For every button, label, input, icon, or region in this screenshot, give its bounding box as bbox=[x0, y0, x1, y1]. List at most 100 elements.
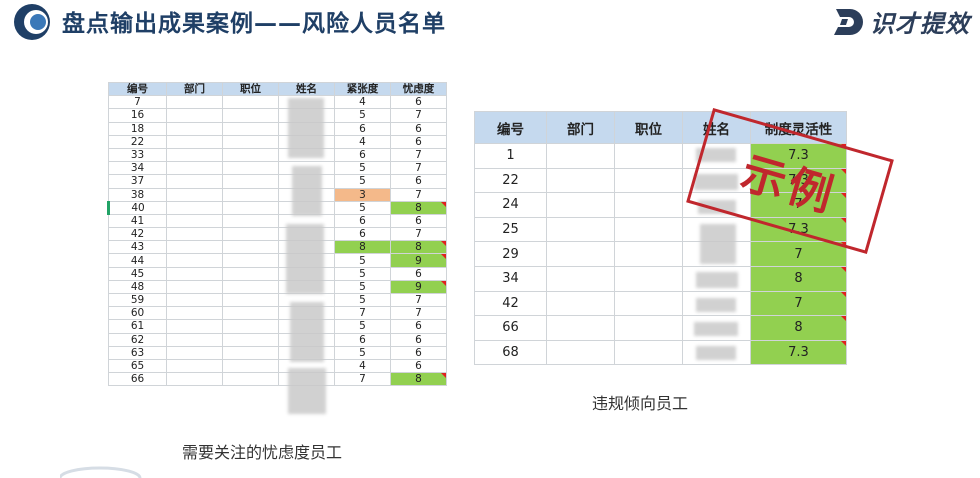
table-row[interactable]: 60 7 7 bbox=[108, 306, 447, 321]
table-row[interactable]: 33 6 7 bbox=[108, 147, 447, 163]
table-row[interactable]: 66 7 8 bbox=[108, 372, 447, 387]
flex-cell[interactable]: 8 bbox=[750, 265, 847, 292]
column-header-position[interactable]: 职位 bbox=[614, 111, 683, 144]
tension-cell[interactable]: 6 bbox=[334, 213, 391, 229]
id-cell[interactable]: 40 bbox=[107, 200, 167, 215]
id-cell[interactable]: 22 bbox=[108, 134, 167, 149]
id-cell[interactable]: 41 bbox=[108, 213, 167, 229]
position-cell[interactable] bbox=[614, 241, 683, 267]
table-row[interactable]: 65 4 6 bbox=[108, 358, 447, 374]
position-cell[interactable] bbox=[222, 161, 279, 176]
id-cell[interactable]: 38 bbox=[108, 187, 167, 202]
table-row[interactable]: 34 5 7 bbox=[108, 161, 447, 176]
dept-cell[interactable] bbox=[166, 332, 223, 347]
position-cell[interactable] bbox=[222, 292, 279, 308]
dept-cell[interactable] bbox=[166, 253, 223, 268]
id-cell[interactable]: 63 bbox=[108, 345, 167, 360]
id-cell[interactable]: 59 bbox=[108, 292, 167, 308]
dept-cell[interactable] bbox=[546, 241, 615, 267]
position-cell[interactable] bbox=[222, 121, 279, 136]
dept-cell[interactable] bbox=[166, 227, 223, 242]
worry-cell[interactable]: 7 bbox=[390, 147, 447, 163]
column-header-worry[interactable]: 忧虑度 bbox=[390, 81, 447, 97]
table-row[interactable]: 40 5 8 bbox=[107, 200, 447, 215]
table-row[interactable]: 37 5 6 bbox=[108, 174, 447, 189]
id-cell[interactable]: 34 bbox=[474, 265, 547, 292]
name-cell[interactable] bbox=[278, 253, 335, 268]
dept-cell[interactable] bbox=[166, 240, 223, 255]
table-row[interactable]: 44 5 9 bbox=[108, 253, 447, 268]
id-cell[interactable]: 66 bbox=[108, 372, 167, 387]
worry-cell[interactable]: 7 bbox=[390, 161, 447, 176]
worry-cell[interactable]: 6 bbox=[390, 134, 447, 149]
name-cell[interactable] bbox=[682, 339, 751, 366]
worry-cell[interactable]: 8 bbox=[390, 200, 447, 215]
table-row[interactable]: 62 6 6 bbox=[108, 332, 447, 347]
dept-cell[interactable] bbox=[166, 358, 223, 374]
tension-cell[interactable]: 5 bbox=[334, 161, 391, 176]
table-row[interactable]: 18 6 6 bbox=[108, 121, 447, 136]
name-cell[interactable] bbox=[278, 121, 335, 136]
table-row[interactable]: 7 46 bbox=[108, 95, 447, 110]
name-cell[interactable] bbox=[682, 241, 751, 267]
dept-cell[interactable] bbox=[166, 108, 223, 123]
worry-cell[interactable]: 6 bbox=[390, 174, 447, 189]
dept-cell[interactable] bbox=[546, 192, 615, 218]
position-cell[interactable] bbox=[222, 358, 279, 374]
position-cell[interactable] bbox=[614, 339, 683, 366]
table-row[interactable]: 41 6 6 bbox=[108, 213, 447, 229]
dept-cell[interactable] bbox=[546, 167, 615, 194]
tension-cell[interactable]: 6 bbox=[334, 121, 391, 136]
position-cell[interactable] bbox=[222, 134, 279, 149]
name-cell[interactable] bbox=[278, 319, 335, 334]
position-cell[interactable] bbox=[222, 345, 279, 360]
id-cell[interactable]: 7 bbox=[108, 95, 167, 110]
worry-cell[interactable]: 8 bbox=[390, 372, 447, 387]
tension-cell[interactable]: 5 bbox=[334, 279, 391, 295]
worry-cell[interactable]: 6 bbox=[390, 319, 447, 334]
worry-cell[interactable]: 7 bbox=[390, 306, 447, 321]
worry-cell[interactable]: 9 bbox=[390, 253, 447, 268]
worry-cell[interactable]: 7 bbox=[390, 292, 447, 308]
tension-cell[interactable]: 7 bbox=[334, 372, 391, 387]
tension-cell[interactable]: 6 bbox=[334, 332, 391, 347]
tension-cell[interactable]: 5 bbox=[334, 345, 391, 360]
id-cell[interactable]: 42 bbox=[474, 290, 547, 317]
table-row[interactable]: 34 8 bbox=[474, 265, 847, 292]
dept-cell[interactable] bbox=[166, 266, 223, 281]
dept-cell[interactable] bbox=[166, 147, 223, 163]
name-cell[interactable] bbox=[278, 240, 335, 255]
id-cell[interactable]: 66 bbox=[474, 315, 547, 341]
flex-cell[interactable]: 7 bbox=[750, 241, 847, 267]
dept-cell[interactable] bbox=[166, 95, 223, 110]
position-cell[interactable] bbox=[614, 192, 683, 218]
tension-cell[interactable]: 3 bbox=[334, 187, 391, 202]
id-cell[interactable]: 33 bbox=[108, 147, 167, 163]
tension-cell[interactable]: 5 bbox=[334, 108, 391, 123]
tension-cell[interactable]: 5 bbox=[334, 266, 391, 281]
id-cell[interactable]: 43 bbox=[108, 240, 167, 255]
dept-cell[interactable] bbox=[546, 315, 615, 341]
position-cell[interactable] bbox=[222, 266, 279, 281]
id-cell[interactable]: 45 bbox=[108, 266, 167, 281]
column-header-name[interactable]: 姓名 bbox=[278, 81, 335, 97]
name-cell[interactable] bbox=[682, 290, 751, 317]
tension-cell[interactable]: 5 bbox=[334, 200, 391, 215]
position-cell[interactable] bbox=[614, 315, 683, 341]
id-cell[interactable]: 61 bbox=[108, 319, 167, 334]
position-cell[interactable] bbox=[614, 265, 683, 292]
column-header-id[interactable]: 编号 bbox=[108, 81, 167, 97]
table-row[interactable]: 61 5 6 bbox=[108, 319, 447, 334]
name-cell[interactable] bbox=[278, 345, 335, 360]
position-cell[interactable] bbox=[222, 108, 279, 123]
position-cell[interactable] bbox=[222, 279, 279, 295]
name-cell[interactable] bbox=[278, 187, 335, 202]
position-cell[interactable] bbox=[222, 332, 279, 347]
dept-cell[interactable] bbox=[166, 306, 223, 321]
table-row[interactable]: 22 4 6 bbox=[108, 134, 447, 149]
tension-cell[interactable]: 7 bbox=[334, 306, 391, 321]
table-row[interactable]: 42 7 bbox=[474, 290, 847, 317]
name-cell[interactable] bbox=[278, 174, 335, 189]
position-cell[interactable] bbox=[614, 216, 683, 243]
table-row[interactable]: 42 6 7 bbox=[108, 227, 447, 242]
